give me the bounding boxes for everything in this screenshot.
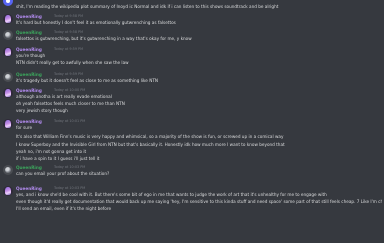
- message-text: although anotha is art really evade emot…: [16, 94, 112, 99]
- message-line: yeah no, i'm not gonna get into it: [0, 149, 384, 155]
- message-line: falsettos is gutwrenching, but it's gutw…: [0, 36, 384, 42]
- message-header: QueenRing Today at 10:00 PM: [0, 88, 384, 93]
- message-text: oh yeah falsettos feels much closer to m…: [16, 101, 125, 106]
- timestamp: Today at 9:59 PM: [54, 47, 84, 51]
- message-line: you're though: [0, 53, 384, 59]
- timestamp: Today at 10:03 PM: [54, 186, 86, 190]
- message-line: yes, and i know she'd be cool with it. B…: [0, 192, 384, 198]
- message-header: QueenRing Today at 9:58 PM: [0, 30, 384, 35]
- message-text: It's also that William Finn's music is v…: [16, 134, 284, 139]
- author-name[interactable]: QueenRing: [16, 186, 42, 191]
- message-text: even though it'd really get documentatio…: [16, 199, 382, 204]
- message-text: can you email your prof about the situat…: [16, 171, 110, 176]
- message-line: even though it'd really get documentatio…: [0, 199, 384, 205]
- message-header: QueenRing Today at 10:03 PM: [0, 165, 384, 170]
- message-text: shit, I'm reading the wikipedia plot sum…: [16, 4, 279, 9]
- message-line: It's hard but honestly I don't feel it a…: [0, 20, 384, 26]
- message-header: QueenRing Today at 9:59 PM: [0, 47, 384, 52]
- author-name[interactable]: QueenRing: [16, 30, 42, 35]
- timestamp: Today at 10:03 PM: [54, 165, 86, 169]
- message-text: I'll send an email, even if it's the nig…: [16, 206, 112, 211]
- message-text: It's hard but honestly I don't feel it a…: [16, 20, 176, 25]
- author-name[interactable]: QueenRing: [16, 72, 42, 77]
- message-header: QueenRing Today at 9:59 PM: [0, 72, 384, 77]
- author-name[interactable]: QueenRing: [16, 14, 42, 19]
- message-line: shit, I'm reading the wikipedia plot sum…: [0, 4, 384, 10]
- author-name[interactable]: QueenRing: [16, 88, 42, 93]
- message-line: NTN didn't really get to awfully when sh…: [0, 60, 384, 66]
- author-name[interactable]: QueenRing: [16, 47, 42, 52]
- message-line: I know Superboy and the Invisible Girl f…: [0, 142, 384, 148]
- message-header: QueenRing Today at 10:01 PM: [0, 119, 384, 124]
- message-text: NTN didn't really get to awfully when sh…: [16, 60, 129, 65]
- message-text: you're though: [16, 53, 46, 58]
- timestamp: Today at 9:58 PM: [54, 14, 84, 18]
- timestamp: Today at 9:59 PM: [54, 72, 84, 76]
- author-name[interactable]: QueenRing: [16, 165, 42, 170]
- message-line: if i have a spin to it I guess i'll just…: [0, 156, 384, 162]
- message-text: yes, and i know she'd be cool with it. B…: [16, 192, 327, 197]
- timestamp: Today at 9:58 PM: [54, 30, 84, 34]
- message-text: I know Superboy and the Invisible Girl f…: [16, 142, 285, 147]
- message-line: although anotha is art really evade emot…: [0, 94, 384, 100]
- chat-log: shit, I'm reading the wikipedia plot sum…: [0, 0, 384, 243]
- author-name[interactable]: QueenRing: [16, 119, 42, 124]
- message-line: it's tragedy but it doesn't feel as clos…: [0, 78, 384, 84]
- message-text: falsettos is gutwrenching, but it's gutw…: [16, 36, 192, 41]
- message-text: for sure: [16, 125, 33, 130]
- message-header: QueenRing Today at 9:58 PM: [0, 14, 384, 19]
- message-text: very jewish story though: [16, 108, 68, 113]
- message-line: I'll send an email, even if it's the nig…: [0, 206, 384, 212]
- timestamp: Today at 10:00 PM: [54, 88, 86, 92]
- message-text: if i have a spin to it I guess i'll just…: [16, 156, 100, 161]
- message-text: it's tragedy but it doesn't feel as clos…: [16, 78, 159, 83]
- message-line: oh yeah falsettos feels much closer to m…: [0, 101, 384, 107]
- message-line: can you email your prof about the situat…: [0, 171, 384, 177]
- timestamp: Today at 10:01 PM: [54, 119, 86, 123]
- message-line: It's also that William Finn's music is v…: [0, 134, 384, 140]
- message-text: yeah no, i'm not gonna get into it: [16, 149, 87, 154]
- message-header: QueenRing Today at 10:03 PM: [0, 186, 384, 191]
- message-line: for sure: [0, 125, 384, 131]
- message-line: very jewish story though: [0, 108, 384, 114]
